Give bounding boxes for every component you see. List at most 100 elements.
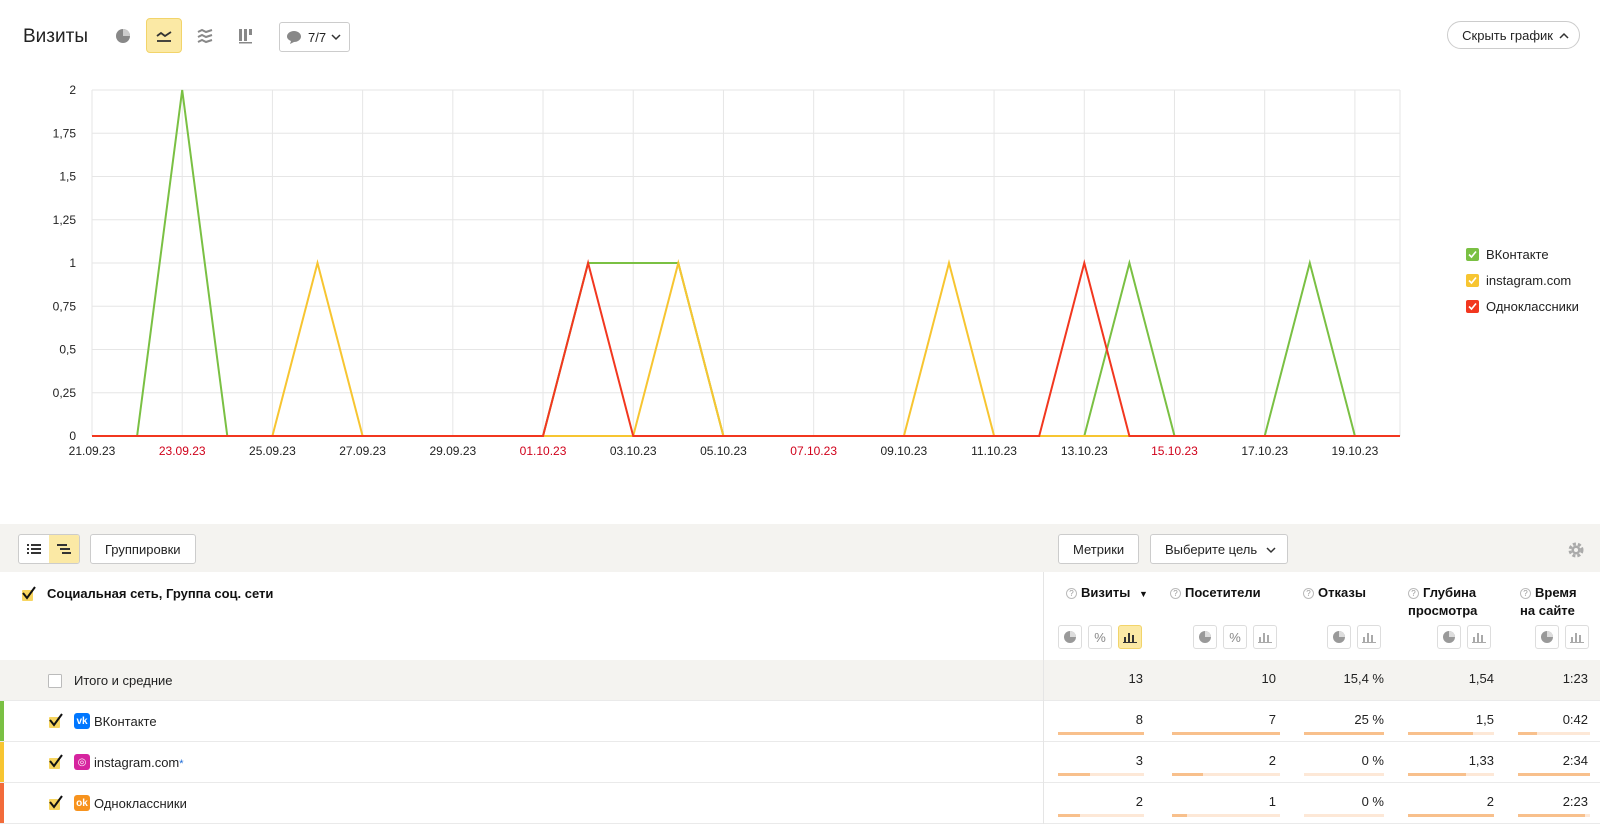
- line-chart-icon: [156, 30, 172, 42]
- legend-checkbox[interactable]: [1466, 299, 1479, 313]
- help-icon[interactable]: ?: [1066, 588, 1077, 599]
- x-tick-label: 09.10.23: [881, 444, 928, 458]
- x-tick-label: 15.10.23: [1151, 444, 1198, 458]
- y-tick-label: 1,25: [53, 213, 77, 227]
- select-all-checkbox[interactable]: [21, 586, 37, 602]
- bar-icon: [1362, 633, 1376, 643]
- share-bar-visits: [1058, 732, 1144, 735]
- depth-pie-toggle[interactable]: [1437, 625, 1461, 649]
- total-visits: 13: [1128, 671, 1143, 686]
- line-chart-button[interactable]: [146, 18, 182, 53]
- annotations-dropdown[interactable]: 7/7: [279, 22, 350, 52]
- bounces-header[interactable]: ? Отказы: [1303, 584, 1366, 602]
- cell-visits: 8: [1135, 712, 1143, 727]
- row-label[interactable]: Одноклассники: [94, 796, 187, 811]
- row-checkbox[interactable]: [48, 754, 64, 770]
- x-tick-label: 21.09.23: [69, 444, 116, 458]
- x-tick-label: 07.10.23: [790, 444, 837, 458]
- bar-chart-button[interactable]: [228, 18, 264, 53]
- legend-item[interactable]: ВКонтакте: [1466, 241, 1579, 267]
- groupings-button[interactable]: Группировки: [90, 534, 196, 564]
- depth-header[interactable]: ? Глубина просмотра: [1408, 584, 1477, 620]
- area-chart-button[interactable]: [187, 18, 223, 53]
- share-bar-visitors: [1172, 732, 1280, 735]
- share-bar-depth: [1408, 773, 1494, 776]
- share-bar-fill: [1518, 814, 1585, 817]
- visitors-pie-toggle[interactable]: [1193, 625, 1217, 649]
- share-bar-visitors: [1172, 773, 1280, 776]
- table-row[interactable]: ◎ instagram.com* 3 2 0 % 1,33 2:34: [0, 742, 1600, 783]
- chart-legend: ВКонтакте instagram.com Одноклассники: [1466, 241, 1579, 319]
- time-pie-toggle[interactable]: [1535, 625, 1559, 649]
- visits-percent-toggle[interactable]: %: [1088, 625, 1112, 649]
- column-divider: [1043, 572, 1044, 660]
- row-color-marker: [0, 783, 4, 823]
- column-divider: [1043, 742, 1044, 783]
- help-icon[interactable]: ?: [1170, 588, 1181, 599]
- totals-checkbox[interactable]: [48, 674, 62, 688]
- column-divider: [1043, 660, 1044, 701]
- help-icon[interactable]: ?: [1303, 588, 1314, 599]
- visits-header[interactable]: ? Визиты ▼: [1066, 584, 1148, 603]
- pie-chart-button[interactable]: [105, 18, 141, 53]
- visitors-bar-toggle[interactable]: [1253, 625, 1277, 649]
- help-icon[interactable]: ?: [1520, 588, 1531, 599]
- list-view-button[interactable]: [19, 535, 49, 563]
- depth-bar-toggle[interactable]: [1467, 625, 1491, 649]
- time-bar-toggle[interactable]: [1565, 625, 1589, 649]
- goal-select[interactable]: Выберите цель: [1150, 534, 1289, 564]
- visitors-header-label: Посетители: [1185, 585, 1261, 600]
- table-row[interactable]: vk ВКонтакте 8 7 25 % 1,5 0:42: [0, 701, 1600, 742]
- legend-checkbox[interactable]: [1466, 247, 1479, 261]
- y-tick-label: 0,5: [59, 343, 76, 357]
- legend-label: instagram.com: [1486, 272, 1572, 288]
- legend-item[interactable]: Одноклассники: [1466, 293, 1579, 319]
- row-checkbox[interactable]: [48, 795, 64, 811]
- row-color-marker: [0, 742, 4, 782]
- stacked-bar-icon: [239, 28, 252, 43]
- pie-chart-icon: [1199, 631, 1211, 643]
- odnoklassniki-icon: ok: [74, 795, 90, 811]
- share-bar-depth: [1408, 814, 1494, 817]
- check-icon: [1468, 276, 1477, 284]
- x-tick-label: 03.10.23: [610, 444, 657, 458]
- legend-label: Одноклассники: [1486, 298, 1579, 314]
- column-divider: [1043, 701, 1044, 742]
- tree-view-button[interactable]: [49, 535, 79, 563]
- help-icon[interactable]: ?: [1408, 588, 1419, 599]
- hide-chart-button[interactable]: Скрыть график: [1447, 21, 1580, 49]
- cell-time: 2:23: [1562, 794, 1588, 809]
- bounces-bar-toggle[interactable]: [1357, 625, 1381, 649]
- x-tick-label: 23.09.23: [159, 444, 206, 458]
- share-bar-fill: [1408, 814, 1494, 817]
- dimension-header: Социальная сеть, Группа соц. сети: [47, 586, 274, 601]
- visits-pie-toggle[interactable]: [1058, 625, 1082, 649]
- gear-icon[interactable]: [1567, 541, 1585, 559]
- time-header[interactable]: ? Время на сайте: [1520, 584, 1577, 620]
- row-label[interactable]: instagram.com*: [94, 755, 184, 770]
- pie-chart-icon: [1064, 631, 1076, 643]
- table-row[interactable]: ok Одноклассники 2 1 0 % 2 2:23: [0, 783, 1600, 824]
- view-mode-switch: [18, 534, 80, 564]
- instagram-icon: ◎: [74, 754, 90, 770]
- column-divider: [1043, 783, 1044, 824]
- visitors-percent-toggle[interactable]: %: [1223, 625, 1247, 649]
- legend-item[interactable]: instagram.com: [1466, 267, 1579, 293]
- bounces-pie-toggle[interactable]: [1327, 625, 1351, 649]
- share-bar-visits: [1058, 814, 1144, 817]
- metrics-button[interactable]: Метрики: [1058, 534, 1140, 564]
- visits-bar-toggle[interactable]: [1118, 625, 1142, 649]
- time-header-line1: Время: [1535, 585, 1577, 600]
- share-bar-fill: [1408, 773, 1466, 776]
- row-checkbox[interactable]: [48, 713, 64, 729]
- share-bar-time: [1518, 814, 1590, 817]
- percent-icon: %: [1229, 629, 1241, 645]
- share-bar-fill: [1518, 773, 1590, 776]
- bar-icon: [1570, 633, 1584, 643]
- row-label[interactable]: ВКонтакте: [94, 714, 157, 729]
- vk-icon: vk: [74, 713, 90, 729]
- legend-checkbox[interactable]: [1466, 273, 1479, 287]
- cell-time: 2:34: [1562, 753, 1588, 768]
- share-bar-time: [1518, 732, 1590, 735]
- visitors-header[interactable]: ? Посетители: [1170, 584, 1261, 602]
